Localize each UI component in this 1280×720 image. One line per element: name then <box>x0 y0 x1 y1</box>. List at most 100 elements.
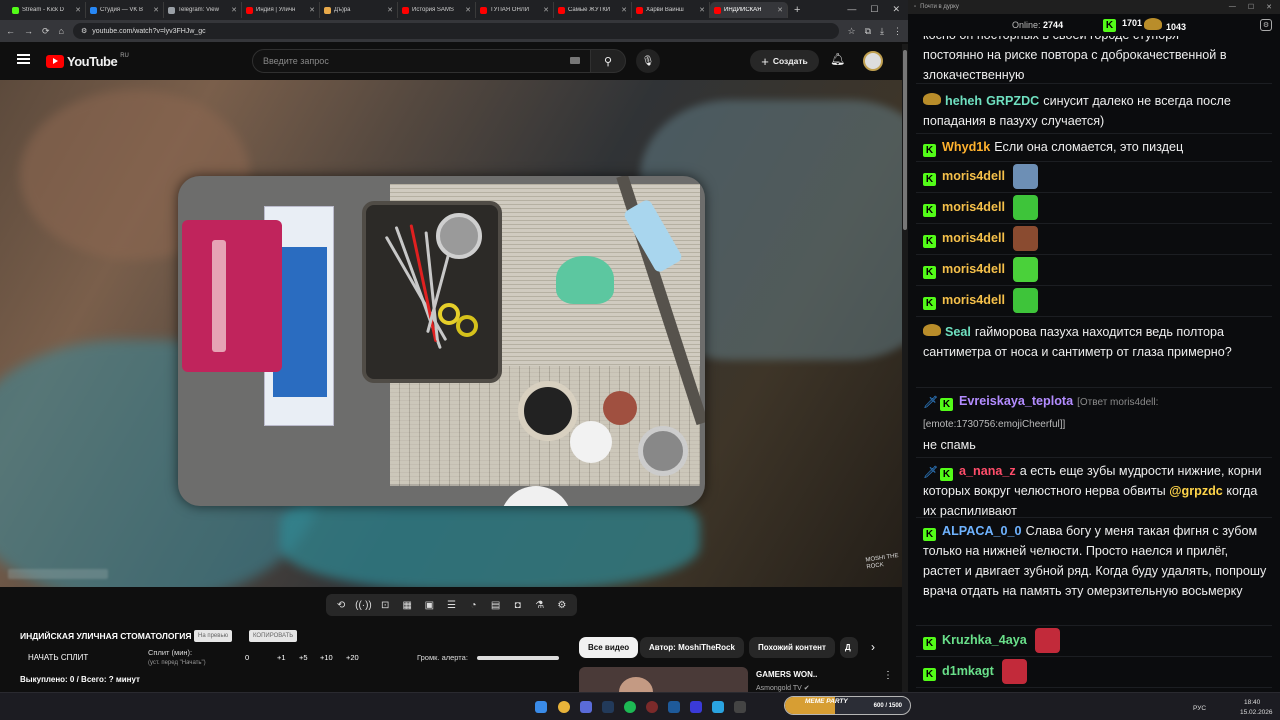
settings-icon[interactable]: ⚙ <box>1260 19 1272 31</box>
loop-icon[interactable]: ⟲ <box>333 600 349 611</box>
back-icon[interactable]: ← <box>6 26 15 36</box>
chat-username[interactable]: d1mkagt <box>942 664 994 678</box>
chat-emote[interactable] <box>1013 164 1038 189</box>
menu-icon[interactable]: ⋮ <box>893 26 902 37</box>
chat-username[interactable]: moris4dell <box>942 169 1005 183</box>
hamburger-icon[interactable] <box>17 54 30 64</box>
tab-close-icon[interactable]: ✕ <box>621 6 627 14</box>
tab-close-icon[interactable]: ✕ <box>75 6 81 14</box>
close-icon[interactable]: ✕ <box>892 4 900 15</box>
chip-related[interactable]: Похожий контент <box>749 637 835 658</box>
maximize-icon[interactable]: ☐ <box>870 4 878 15</box>
alert-volume-slider[interactable] <box>477 656 559 660</box>
tab-close-icon[interactable]: ✕ <box>231 6 237 14</box>
preview-pill[interactable]: На превью <box>194 630 233 642</box>
tab-close-icon[interactable]: ✕ <box>777 6 783 14</box>
more-options-icon[interactable]: ⋮ <box>883 670 893 681</box>
chip-more[interactable]: Д <box>840 637 858 658</box>
chat-username[interactable]: heheh <box>945 94 982 108</box>
language-indicator[interactable]: РУС <box>1193 705 1206 712</box>
chat-username[interactable]: Evreiskaya_teplota <box>959 394 1073 408</box>
chat-username[interactable]: Kruzhka_4aya <box>942 633 1027 647</box>
tab-close-icon[interactable]: ✕ <box>465 6 471 14</box>
download-icon[interactable]: ⤓ <box>880 26 884 37</box>
split-value-0[interactable]: 0 <box>245 653 249 662</box>
browser-tab[interactable]: Харви Вайнш ✕ <box>632 2 710 18</box>
browser-tab[interactable]: Дъ)ра ✕ <box>320 2 398 18</box>
watch-later-icon[interactable]: ⊡ <box>377 600 393 611</box>
chat-username-2[interactable]: GRPZDC <box>986 94 1039 108</box>
site-info-icon[interactable]: ⚙ <box>81 27 87 35</box>
chat-emote[interactable] <box>1013 288 1038 313</box>
browser-tab[interactable]: ИНДИЙСКАЯ ✕ <box>710 2 788 18</box>
browser-tab[interactable]: История SAMS ✕ <box>398 2 476 18</box>
browser-tab[interactable]: Самые ЖУТКИ ✕ <box>554 2 632 18</box>
search-input[interactable]: Введите запрос <box>252 49 592 73</box>
avatar[interactable] <box>863 51 883 71</box>
chat-username[interactable]: moris4dell <box>942 231 1005 245</box>
search-button[interactable]: ⚲ <box>590 49 626 73</box>
mic-button[interactable]: 🎙︎ <box>636 49 660 73</box>
extensions-icon[interactable]: ⧉ <box>865 26 871 37</box>
minimize-icon[interactable]: — <box>847 4 856 15</box>
chrome-icon[interactable] <box>558 701 570 713</box>
notifications-icon[interactable]: 🔔︎ <box>830 52 845 66</box>
tab-close-icon[interactable]: ✕ <box>699 6 705 14</box>
copy-pill[interactable]: КОПИРОВАТЬ <box>249 630 298 642</box>
chat-close-icon[interactable]: ✕ <box>1266 3 1272 11</box>
settings-icon[interactable]: ⚙ <box>554 600 570 611</box>
telegram-icon[interactable] <box>712 701 724 713</box>
speed-icon[interactable]: ◔ <box>466 600 482 611</box>
browser-tab[interactable]: ТУПАЯ ОНЛИ ✕ <box>476 2 554 18</box>
split-plus-5[interactable]: +5 <box>299 653 308 662</box>
chat-username[interactable]: moris4dell <box>942 262 1005 276</box>
clapper-icon[interactable]: ▦ <box>399 600 415 611</box>
chat-username[interactable]: Whyd1k <box>942 140 990 154</box>
start-split-button[interactable]: НАЧАТЬ СПЛИТ <box>28 653 88 662</box>
start-icon[interactable] <box>535 701 547 713</box>
chat-emote[interactable] <box>1013 226 1038 251</box>
chat-emote[interactable] <box>1013 195 1038 220</box>
chat-emote[interactable] <box>1013 257 1038 282</box>
reload-icon[interactable]: ⟳ <box>42 26 50 37</box>
subtitles-icon[interactable]: ☰ <box>443 600 459 611</box>
video-player[interactable]: MOSHI THE ROCK <box>0 80 903 587</box>
tab-close-icon[interactable]: ✕ <box>387 6 393 14</box>
youtube-logo[interactable]: YouTube RU <box>46 53 129 69</box>
browser-tab[interactable]: Stream - Kick D ✕ <box>8 2 86 18</box>
split-plus-1[interactable]: +1 <box>277 653 286 662</box>
split-plus-20[interactable]: +20 <box>346 653 359 662</box>
chevron-right-icon[interactable]: › <box>871 640 875 654</box>
browser-tab[interactable]: Студия — VK В ✕ <box>86 2 164 18</box>
chat-username[interactable]: ALPACA_0_0 <box>942 524 1022 538</box>
bookmark-icon[interactable]: ☆ <box>848 26 856 37</box>
spotify-icon[interactable] <box>624 701 636 713</box>
clock-date[interactable]: 15.02.2026 <box>1240 709 1273 716</box>
flask-icon[interactable]: ⚗ <box>532 600 548 611</box>
chip-author[interactable]: Автор: MoshiTheRock <box>640 637 744 658</box>
keyboard-icon[interactable] <box>570 57 580 64</box>
tab-close-icon[interactable]: ✕ <box>153 6 159 14</box>
chat-minimize-icon[interactable]: — <box>1229 3 1236 11</box>
app2-icon[interactable] <box>668 701 680 713</box>
app3-icon[interactable] <box>734 701 746 713</box>
chat-message-list[interactable]: косно он посторных в своей городе ступор… <box>916 36 1272 690</box>
chat-emote[interactable] <box>1034 628 1060 653</box>
forward-icon[interactable]: → <box>24 26 33 36</box>
next-video-title[interactable]: GAMERS WON.. <box>756 670 817 679</box>
chat-emote[interactable] <box>1001 659 1027 684</box>
tab-close-icon[interactable]: ✕ <box>543 6 549 14</box>
clock-time[interactable]: 18:40 <box>1244 699 1260 706</box>
app-icon[interactable] <box>646 701 658 713</box>
mention[interactable]: @grpzdc <box>1169 484 1223 498</box>
home-icon[interactable]: ⌂ <box>59 26 64 36</box>
browser-tab[interactable]: Индия | Уличн ✕ <box>242 2 320 18</box>
player-icon[interactable] <box>690 701 702 713</box>
meme-party-widget[interactable]: MEME PARTY 600 / 1500 <box>784 696 911 715</box>
chip-all-videos[interactable]: Все видео <box>579 637 639 658</box>
discord-icon[interactable] <box>580 701 592 713</box>
steam-icon[interactable] <box>602 701 614 713</box>
audio-icon[interactable]: ((·)) <box>355 600 372 611</box>
browser-tab[interactable]: Telegram: View ✕ <box>164 2 242 18</box>
tab-close-icon[interactable]: ✕ <box>309 6 315 14</box>
